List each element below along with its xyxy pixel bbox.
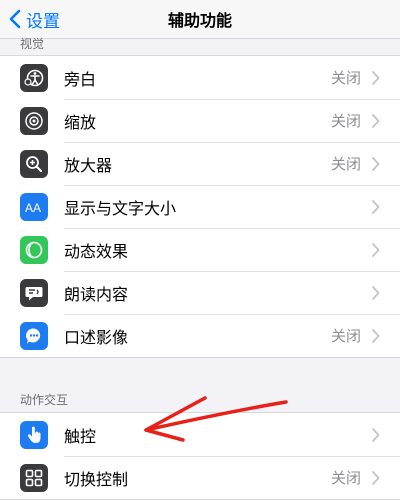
chevron-right-icon bbox=[372, 427, 380, 442]
chevron-left-icon bbox=[9, 9, 21, 29]
vision-settings-group: 旁白 关闭 缩放 关闭 放大器 关闭 AA 显示与文字大小 动态效果 朗读内容 … bbox=[0, 55, 400, 358]
row-audio-description[interactable]: 口述影像 关闭 bbox=[0, 314, 400, 357]
row-label: 显示与文字大小 bbox=[64, 198, 177, 218]
row-voiceover[interactable]: 旁白 关闭 bbox=[0, 56, 400, 99]
audio-description-icon bbox=[20, 321, 48, 350]
row-zoom[interactable]: 缩放 关闭 bbox=[0, 99, 400, 142]
spoken-content-icon bbox=[20, 278, 48, 307]
row-label: 旁白 bbox=[64, 69, 97, 89]
section-header-interaction: 动作交互 bbox=[20, 393, 69, 407]
touch-icon bbox=[20, 420, 48, 449]
chevron-right-icon bbox=[372, 328, 380, 343]
row-display-text-size[interactable]: AA 显示与文字大小 bbox=[0, 185, 400, 228]
navigation-bar: 设置 辅助功能 bbox=[0, 0, 400, 39]
magnifier-icon bbox=[20, 149, 48, 178]
svg-text:AA: AA bbox=[25, 201, 41, 215]
text-size-icon: AA bbox=[20, 192, 48, 221]
chevron-right-icon bbox=[372, 70, 380, 85]
row-label: 口述影像 bbox=[64, 327, 129, 347]
chevron-right-icon bbox=[372, 113, 380, 128]
row-value: 关闭 bbox=[330, 469, 361, 487]
row-value: 关闭 bbox=[330, 327, 361, 345]
row-label: 放大器 bbox=[64, 155, 113, 175]
row-label: 切换控制 bbox=[64, 469, 129, 489]
row-value: 关闭 bbox=[330, 155, 361, 173]
page-title: 辅助功能 bbox=[167, 11, 232, 30]
motion-icon bbox=[20, 235, 48, 264]
row-magnifier[interactable]: 放大器 关闭 bbox=[0, 142, 400, 185]
row-value: 关闭 bbox=[330, 112, 361, 130]
row-value: 关闭 bbox=[330, 69, 361, 87]
back-button[interactable]: 设置 bbox=[8, 0, 60, 38]
zoom-icon bbox=[20, 106, 48, 135]
chevron-right-icon bbox=[372, 242, 380, 257]
row-label: 朗读内容 bbox=[64, 284, 129, 304]
chevron-right-icon bbox=[372, 156, 380, 171]
row-label: 触控 bbox=[64, 426, 97, 446]
interaction-settings-group: 触控 切换控制 关闭 bbox=[0, 412, 400, 500]
switch-control-icon bbox=[20, 463, 48, 492]
back-label: 设置 bbox=[26, 11, 60, 32]
section-header-vision: 视觉 bbox=[20, 37, 45, 51]
chevron-right-icon bbox=[372, 285, 380, 300]
chevron-right-icon bbox=[372, 199, 380, 214]
row-touch[interactable]: 触控 bbox=[0, 413, 400, 456]
row-label: 动态效果 bbox=[64, 241, 129, 261]
row-switch-control[interactable]: 切换控制 关闭 bbox=[0, 456, 400, 499]
chevron-right-icon bbox=[372, 470, 380, 485]
row-motion[interactable]: 动态效果 bbox=[0, 228, 400, 271]
row-label: 缩放 bbox=[64, 112, 97, 132]
voiceover-icon bbox=[20, 63, 48, 92]
row-spoken-content[interactable]: 朗读内容 bbox=[0, 271, 400, 314]
